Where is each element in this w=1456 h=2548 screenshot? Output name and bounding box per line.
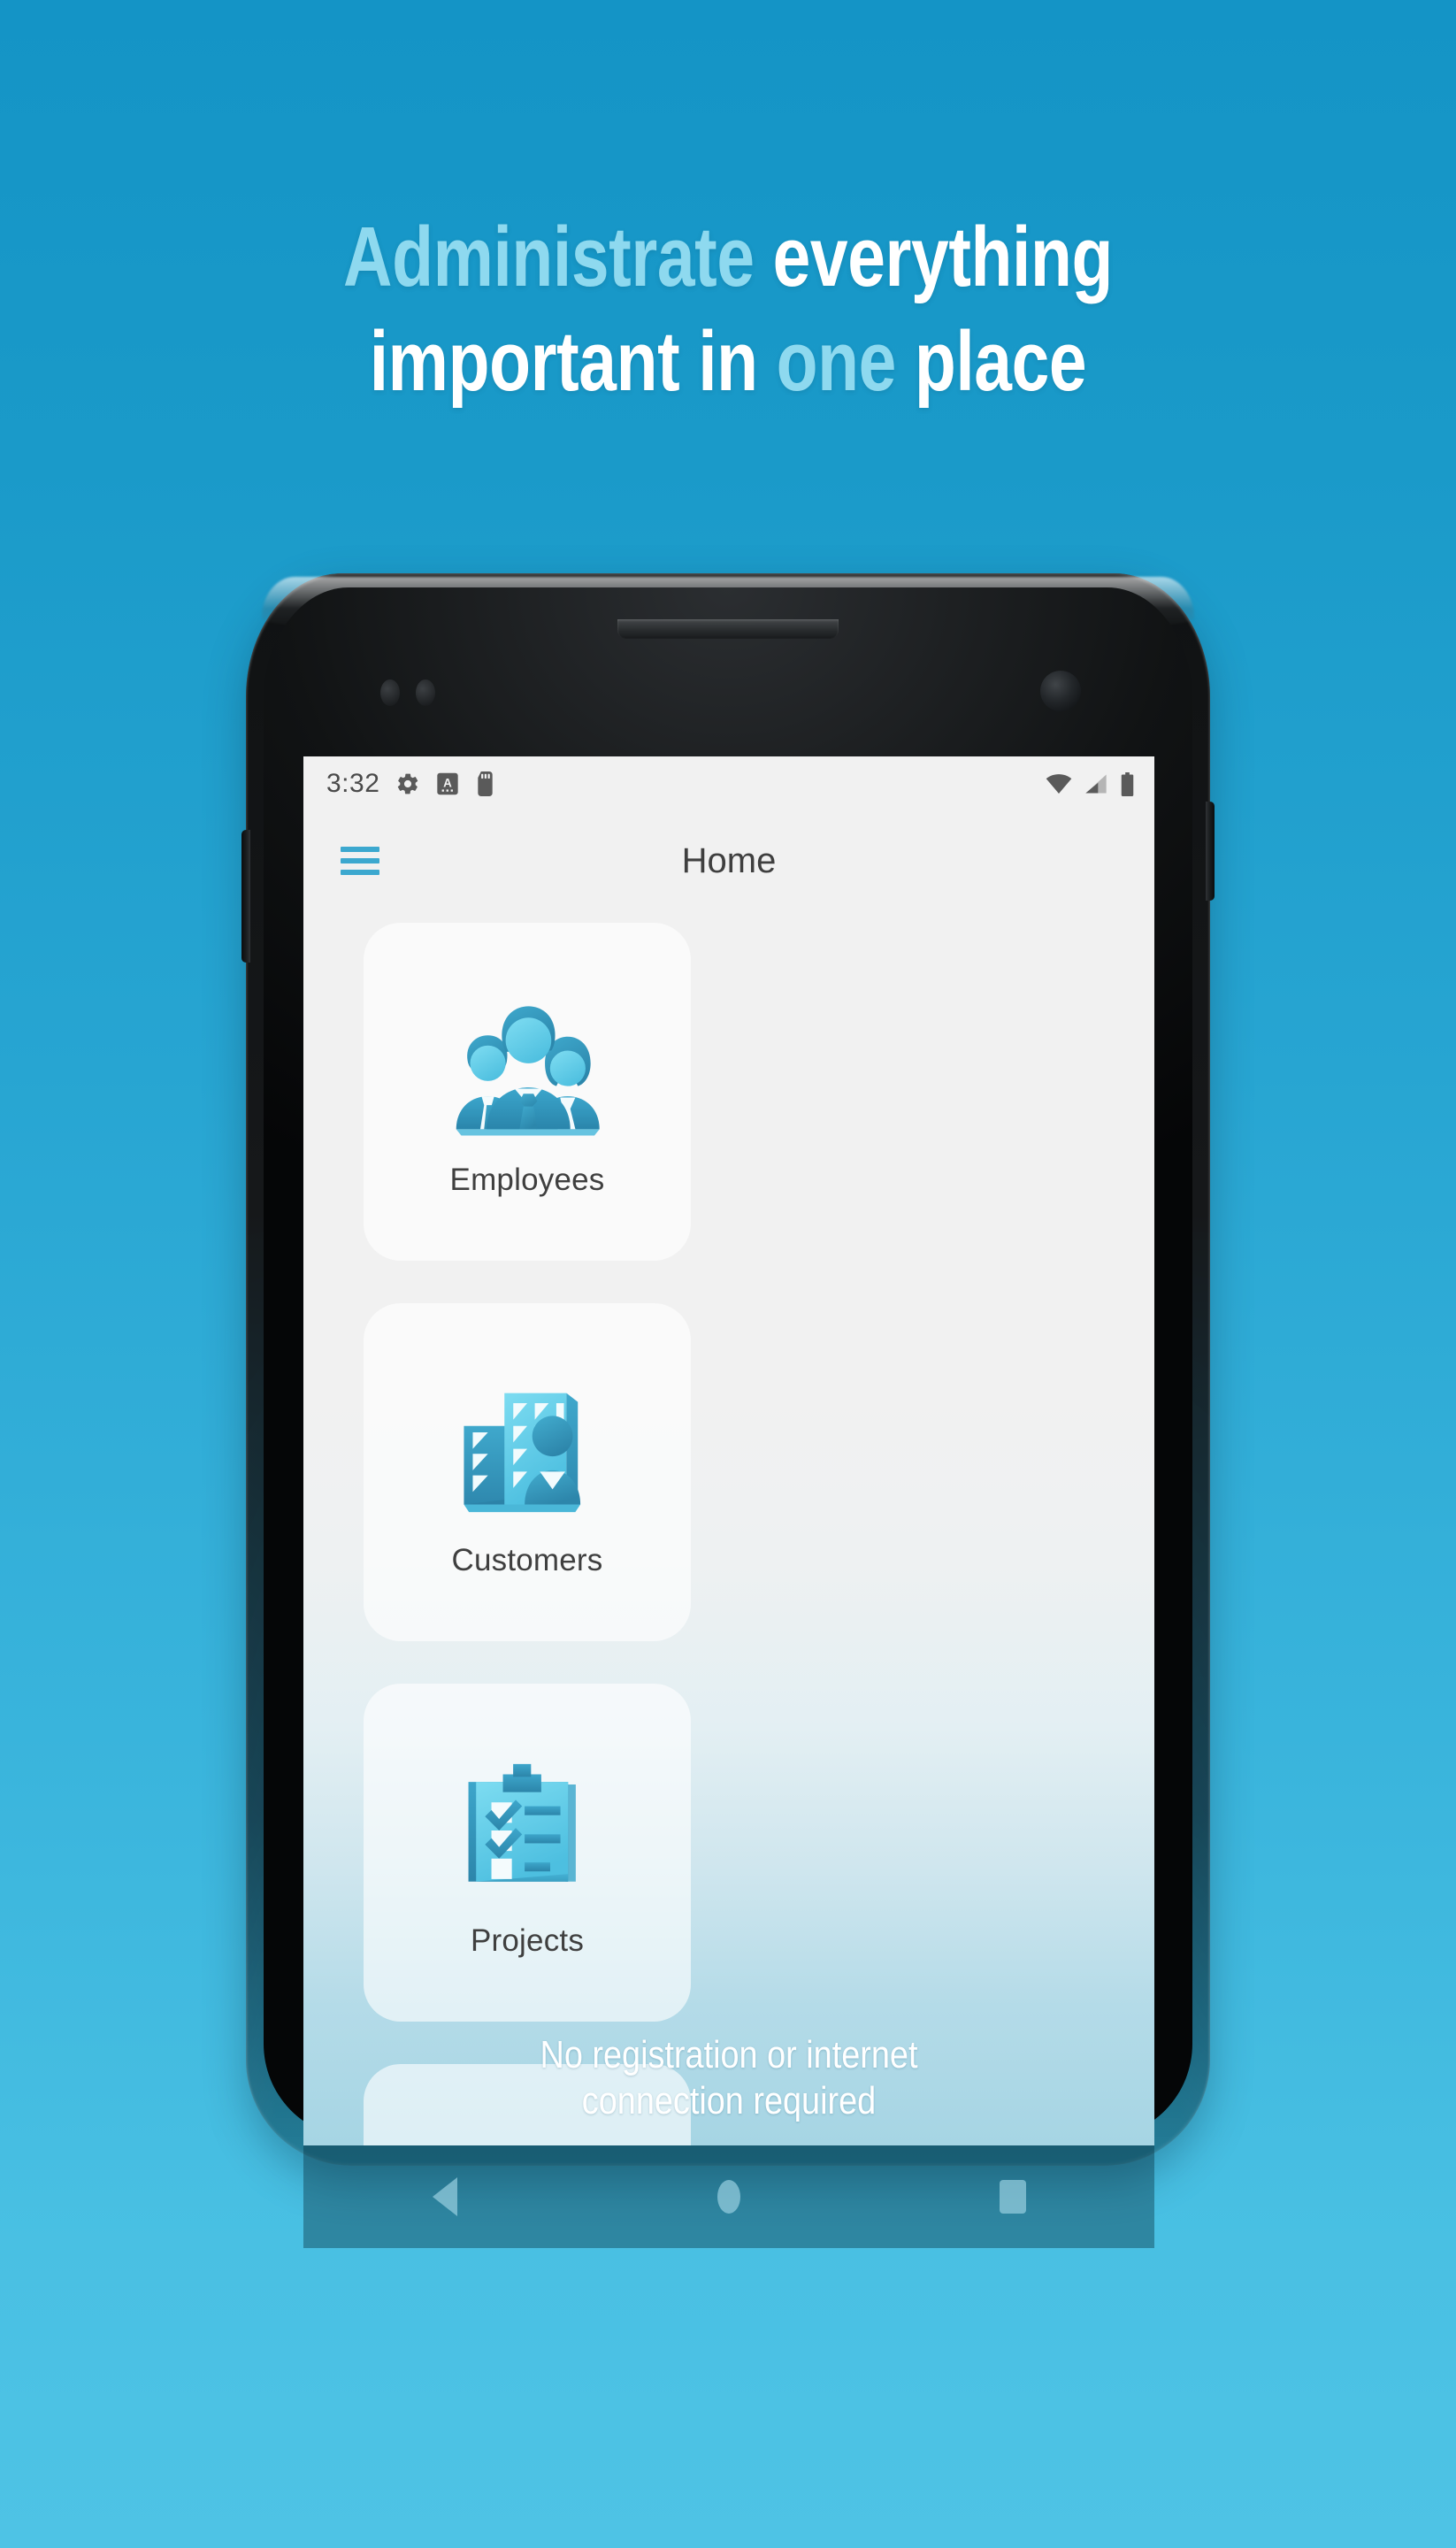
tile-label: Projects xyxy=(470,1923,585,1958)
home-button[interactable] xyxy=(680,2166,778,2228)
app-bar: Home xyxy=(303,811,1154,910)
hamburger-line xyxy=(341,858,379,863)
recents-button[interactable] xyxy=(964,2166,1061,2228)
home-tile-grid: Employees Customers Projects xyxy=(303,910,1154,2145)
phone-screen: 3:32 A Home Employees Customers Projects… xyxy=(303,756,1154,2145)
status-bar-right xyxy=(1046,771,1135,796)
tile-label: Customers xyxy=(451,1543,603,1577)
cellular-signal-icon xyxy=(1085,774,1107,794)
proximity-sensor-icon xyxy=(380,679,400,706)
headline-words-important-in: important in xyxy=(369,314,777,409)
a-badge-icon: A xyxy=(437,772,459,795)
tile-label: Employees xyxy=(449,1163,605,1197)
promo-screenshot: Administrate everything important in one… xyxy=(0,0,1456,2548)
home-circle-icon xyxy=(717,2180,740,2214)
earpiece-speaker-icon xyxy=(617,619,839,639)
headline-line-2: important in one place xyxy=(146,310,1311,414)
hamburger-line xyxy=(341,870,379,875)
android-nav-bar xyxy=(303,2145,1154,2248)
gear-icon xyxy=(398,773,418,794)
chargeables-icon: $ xyxy=(443,2127,611,2145)
status-bar-left: 3:32 A xyxy=(326,769,495,799)
footer-note-line-2: connection required xyxy=(581,2079,877,2122)
status-bar: 3:32 A xyxy=(303,756,1154,811)
status-clock: 3:32 xyxy=(326,769,380,798)
headline: Administrate everything important in one… xyxy=(146,205,1311,414)
recents-square-icon xyxy=(999,2180,1026,2214)
hamburger-menu-icon[interactable] xyxy=(341,847,379,875)
power-button[interactable] xyxy=(1206,802,1215,901)
hamburger-line xyxy=(341,847,379,852)
svg-text:A: A xyxy=(444,777,453,790)
front-camera-icon xyxy=(1040,671,1081,711)
page-title: Home xyxy=(681,840,777,880)
phone-mockup: 3:32 A Home Employees Customers Projects… xyxy=(241,573,1215,2248)
sd-card-icon xyxy=(478,771,494,796)
headline-word-everything: everything xyxy=(772,210,1114,304)
back-button[interactable] xyxy=(396,2166,494,2228)
volume-button[interactable] xyxy=(241,830,250,963)
headline-word-administrate: Administrate xyxy=(343,210,773,304)
battery-icon xyxy=(1121,771,1134,796)
tile-projects[interactable]: Projects xyxy=(364,1684,691,2022)
projects-icon xyxy=(443,1746,611,1915)
back-triangle-icon xyxy=(433,2177,458,2216)
tile-employees[interactable]: Employees xyxy=(364,923,691,1261)
headline-line-1: Administrate everything xyxy=(146,205,1311,310)
tile-customers[interactable]: Customers xyxy=(364,1303,691,1641)
footer-note-line-1: No registration or internet xyxy=(540,2033,918,2076)
headline-word-one: one xyxy=(776,314,897,409)
footer-note: No registration or internet connection r… xyxy=(363,2032,1094,2124)
light-sensor-icon xyxy=(416,679,435,706)
employees-icon xyxy=(443,986,611,1154)
customers-icon xyxy=(443,1366,611,1534)
wifi-icon xyxy=(1046,774,1072,794)
headline-word-place: place xyxy=(895,314,1087,409)
